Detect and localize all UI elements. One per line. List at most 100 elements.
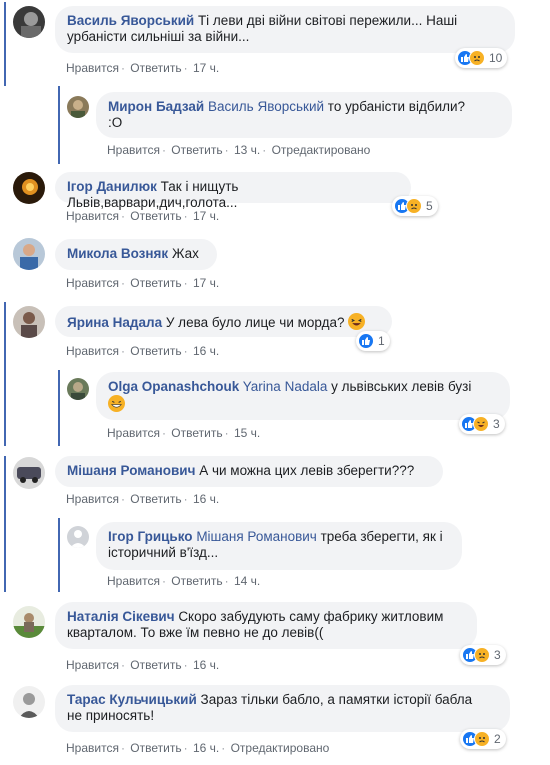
avatar[interactable]	[13, 238, 45, 270]
mention-link[interactable]: Yarina Nadala	[243, 379, 328, 394]
like-link[interactable]: Нравится	[66, 741, 119, 755]
avatar[interactable]	[13, 172, 45, 204]
comment-actions: Нравится · Ответить · 15 ч.	[107, 426, 261, 440]
comment-author[interactable]: Василь Яворський	[67, 13, 194, 28]
reply-line	[58, 370, 60, 446]
comment-bubble: Olga Opanashchouk Yarina Nadala у львівс…	[96, 372, 510, 420]
timestamp[interactable]: 15 ч.	[234, 426, 260, 440]
comment-actions: Нравится · Ответить · 17 ч.	[66, 61, 220, 75]
reply-link[interactable]: Ответить	[171, 426, 222, 440]
timestamp[interactable]: 14 ч.	[234, 574, 260, 588]
like-link[interactable]: Нравится	[107, 574, 160, 588]
like-link[interactable]: Нравится	[66, 658, 119, 672]
comment-bubble: Ігор Грицько Мішаня Романович треба збер…	[96, 522, 462, 570]
timestamp[interactable]: 16 ч.	[193, 658, 219, 672]
reply-link[interactable]: Ответить	[130, 658, 181, 672]
comment-text: треба зберегти, як і	[320, 529, 443, 544]
timestamp[interactable]: 17 ч.	[193, 61, 219, 75]
comment-text: Жах	[171, 246, 199, 261]
like-link[interactable]: Нравится	[66, 344, 119, 358]
like-link[interactable]: Нравится	[66, 276, 119, 290]
reaction-count: 10	[489, 51, 503, 65]
comment-author[interactable]: Ярина Надала	[67, 315, 162, 330]
avatar[interactable]	[13, 686, 45, 718]
mention-link[interactable]: Василь Яворський	[208, 99, 324, 114]
grinning-emoji	[108, 395, 125, 412]
comment-bubble: Ярина Надала У лева було лице чи морда?	[55, 306, 392, 337]
sad-icon	[406, 198, 422, 214]
comment-bubble: Тарас Кульчицький Зараз тільки бабло, а …	[55, 685, 510, 732]
comment-text: кварталом. То вже їм певно не до левів((	[67, 625, 324, 640]
reaction-summary[interactable]: 1	[356, 331, 390, 351]
avatar[interactable]	[13, 606, 45, 638]
reaction-summary[interactable]: 10	[455, 48, 508, 68]
comment-author[interactable]: Мішаня Романович	[67, 463, 195, 478]
timestamp[interactable]: 17 ч.	[193, 209, 219, 223]
avatar[interactable]	[67, 526, 89, 548]
reply-comment: Мирон Бадзай Василь Яворський то урбаніс…	[0, 80, 550, 170]
comment: Тарас Кульчицький Зараз тільки бабло, а …	[0, 678, 550, 765]
comment-text: Зараз тільки бабло, а памятки історії ба…	[200, 692, 473, 707]
comment-text: :О	[108, 115, 123, 130]
comment-author[interactable]: Наталія Сікевич	[67, 609, 175, 624]
like-link[interactable]: Нравится	[107, 426, 160, 440]
reply-link[interactable]: Ответить	[130, 209, 181, 223]
like-link[interactable]: Нравится	[66, 61, 119, 75]
comment: Ярина Надала У лева було лице чи морда? …	[0, 298, 550, 446]
comment-actions: Нравится · Ответить · 16 ч.	[66, 658, 220, 672]
avatar[interactable]	[13, 6, 45, 38]
reaction-count: 3	[494, 648, 501, 662]
timestamp[interactable]: 16 ч.	[193, 492, 219, 506]
reaction-summary[interactable]: 2	[460, 729, 506, 749]
avatar[interactable]	[13, 306, 45, 338]
reply-link[interactable]: Ответить	[130, 61, 181, 75]
comment-author[interactable]: Тарас Кульчицький	[67, 692, 197, 707]
comment-author[interactable]: Olga Opanashchouk	[108, 379, 239, 394]
reaction-summary[interactable]: 3	[459, 414, 505, 434]
timestamp[interactable]: 17 ч.	[193, 276, 219, 290]
comment-author[interactable]: Ігор Грицько	[108, 529, 193, 544]
comment: Мішаня Романович А чи можна цих левів зб…	[0, 450, 550, 592]
reaction-count: 3	[493, 417, 500, 431]
reaction-summary[interactable]: 5	[392, 196, 438, 216]
comment: Микола Возняк Жах Нравится · Ответить · 17…	[0, 232, 550, 298]
timestamp[interactable]: 16 ч.	[193, 741, 219, 755]
timestamp[interactable]: 13 ч.	[234, 143, 260, 157]
reply-line	[58, 86, 60, 164]
comment-text: то урбаністи відбили?	[327, 99, 466, 114]
avatar[interactable]	[67, 96, 89, 118]
comment-text: урбаністи сильніші за війни...	[67, 29, 250, 44]
like-link[interactable]: Нравится	[66, 209, 119, 223]
comment-bubble: Ігор Данилюк Так і нищуть Львів,варвари,…	[55, 172, 411, 210]
comment-author[interactable]: Микола Возняк	[67, 246, 168, 261]
reply-link[interactable]: Ответить	[171, 574, 222, 588]
sad-icon	[474, 647, 490, 663]
mention-link[interactable]: Мішаня Романович	[196, 529, 317, 544]
reply-link[interactable]: Ответить	[130, 344, 181, 358]
comment-author[interactable]: Ігор Данилюк	[67, 179, 157, 194]
comment-text: Ті леви дві війни світові пережили... На…	[197, 13, 458, 28]
edited-label[interactable]: Отредактировано	[272, 143, 371, 157]
like-link[interactable]: Нравится	[66, 492, 119, 506]
laughing-emoji	[348, 313, 366, 330]
reply-link[interactable]: Ответить	[171, 143, 222, 157]
edited-label[interactable]: Отредактировано	[231, 741, 330, 755]
reaction-count: 1	[378, 334, 385, 348]
like-icon	[358, 333, 374, 349]
comment-author[interactable]: Мирон Бадзай	[108, 99, 204, 114]
comment-actions: Нравится · Ответить · 14 ч.	[107, 574, 261, 588]
avatar[interactable]	[67, 378, 89, 400]
comment-thread: Василь Яворський Ті леви дві війни світо…	[0, 0, 550, 765]
reply-link[interactable]: Ответить	[130, 741, 181, 755]
comment: Наталія Сікевич Скоро забудують саму фаб…	[0, 596, 550, 678]
like-link[interactable]: Нравится	[107, 143, 160, 157]
avatar[interactable]	[13, 457, 45, 489]
comment: Василь Яворський Ті леви дві війни світо…	[0, 0, 550, 86]
reply-comment: Ігор Грицько Мішаня Романович треба збер…	[0, 512, 550, 596]
haha-icon	[473, 416, 489, 432]
timestamp[interactable]: 16 ч.	[193, 344, 219, 358]
reaction-count: 2	[494, 732, 501, 746]
reply-link[interactable]: Ответить	[130, 276, 181, 290]
reaction-summary[interactable]: 3	[460, 645, 506, 665]
reply-link[interactable]: Ответить	[130, 492, 181, 506]
